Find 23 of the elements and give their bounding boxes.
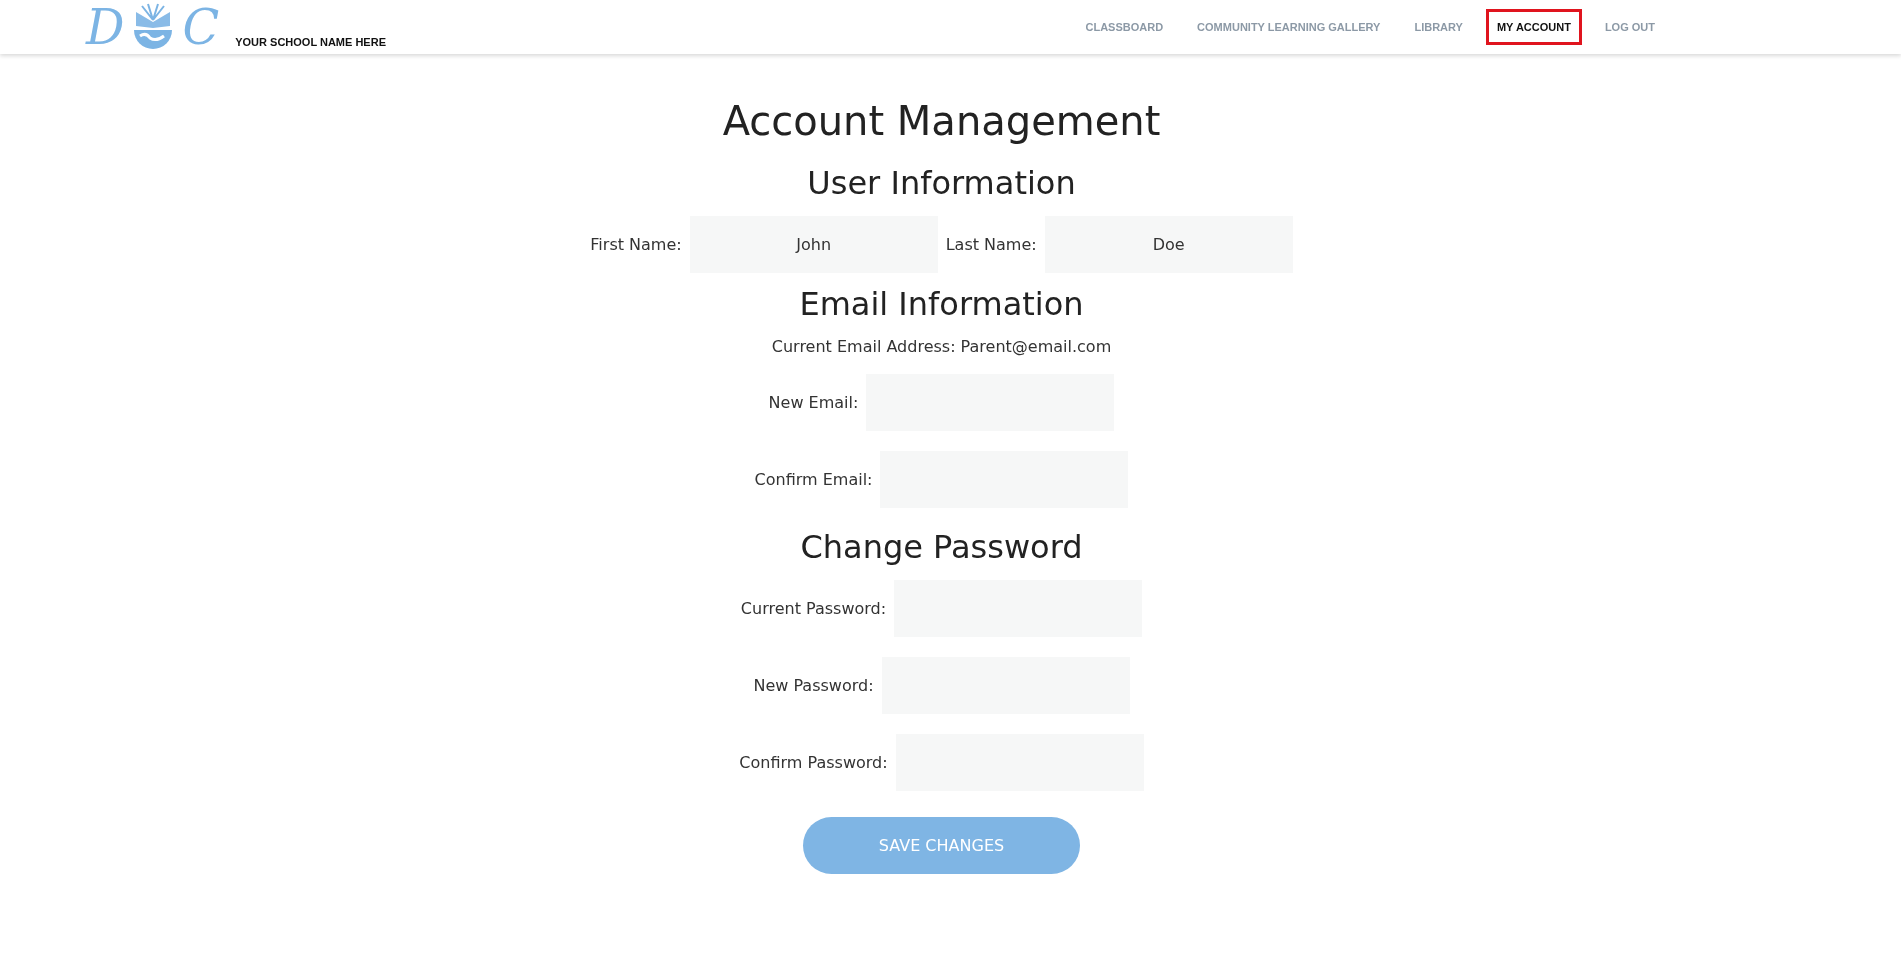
nav-link[interactable]: MY ACCOUNT [1485, 9, 1582, 45]
nav-link[interactable]: CLASSBOARD [1074, 9, 1175, 45]
input-field[interactable]: John [689, 216, 938, 273]
section-heading: Change Password [800, 528, 1083, 566]
input-field[interactable]: Doe [1044, 216, 1293, 273]
nav-link[interactable]: COMMUNITY LEARNING GALLERY [1186, 9, 1392, 45]
field-label: Confirm Password: [739, 753, 888, 772]
field-label: New Password: [753, 676, 874, 695]
field-label: Current Password: [740, 599, 887, 618]
nav-link[interactable]: LOG OUT [1593, 9, 1666, 45]
field-label: First Name: [590, 235, 682, 254]
field-label: Last Name: [945, 235, 1037, 254]
current-email-text: Current Email Address: Parent@email.com [771, 337, 1112, 356]
logo-letter: C [182, 3, 220, 51]
save-changes-button[interactable]: SAVE CHANGES [803, 817, 1080, 874]
section-heading: Email Information [799, 285, 1084, 323]
section-heading: User Information [807, 164, 1076, 202]
field-label: New Email: [768, 393, 859, 412]
nav-link[interactable]: LIBRARY [1403, 9, 1474, 45]
school-name: YOUR SCHOOL NAME HERE [235, 36, 386, 48]
page-title: Account Management [722, 98, 1161, 144]
logo-letter: D [86, 3, 125, 51]
field-label: Confirm Email: [754, 470, 873, 489]
